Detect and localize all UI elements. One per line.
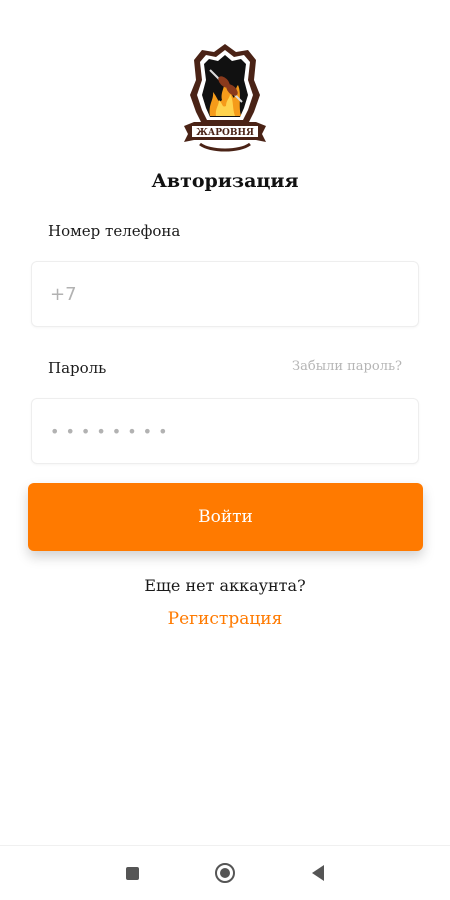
logo-text: ЖАРОВНЯ <box>196 128 254 138</box>
home-button[interactable] <box>200 846 250 900</box>
flame-shield-logo-icon: ЖАРОВНЯ <box>184 44 266 152</box>
phone-label: Номер телефона <box>48 222 181 240</box>
phone-input[interactable] <box>32 262 418 326</box>
triangle-back-icon <box>312 865 324 881</box>
password-input[interactable] <box>32 399 418 463</box>
password-label: Пароль <box>48 359 107 377</box>
system-navigation-bar <box>0 845 450 900</box>
register-link[interactable]: Регистрация <box>0 609 450 629</box>
back-button[interactable] <box>293 846 343 900</box>
brand-logo: ЖАРОВНЯ <box>0 40 450 158</box>
circle-icon <box>215 863 235 883</box>
forgot-password-link[interactable]: Забыли пароль? <box>292 359 402 374</box>
no-account-text: Еще нет аккаунта? <box>144 576 306 595</box>
password-field-container <box>31 398 419 464</box>
login-button[interactable]: Войти <box>28 483 423 551</box>
phone-field-container <box>31 261 419 327</box>
square-icon <box>125 866 139 880</box>
recents-button[interactable] <box>107 846 157 900</box>
page-title: Авторизация <box>151 170 299 192</box>
